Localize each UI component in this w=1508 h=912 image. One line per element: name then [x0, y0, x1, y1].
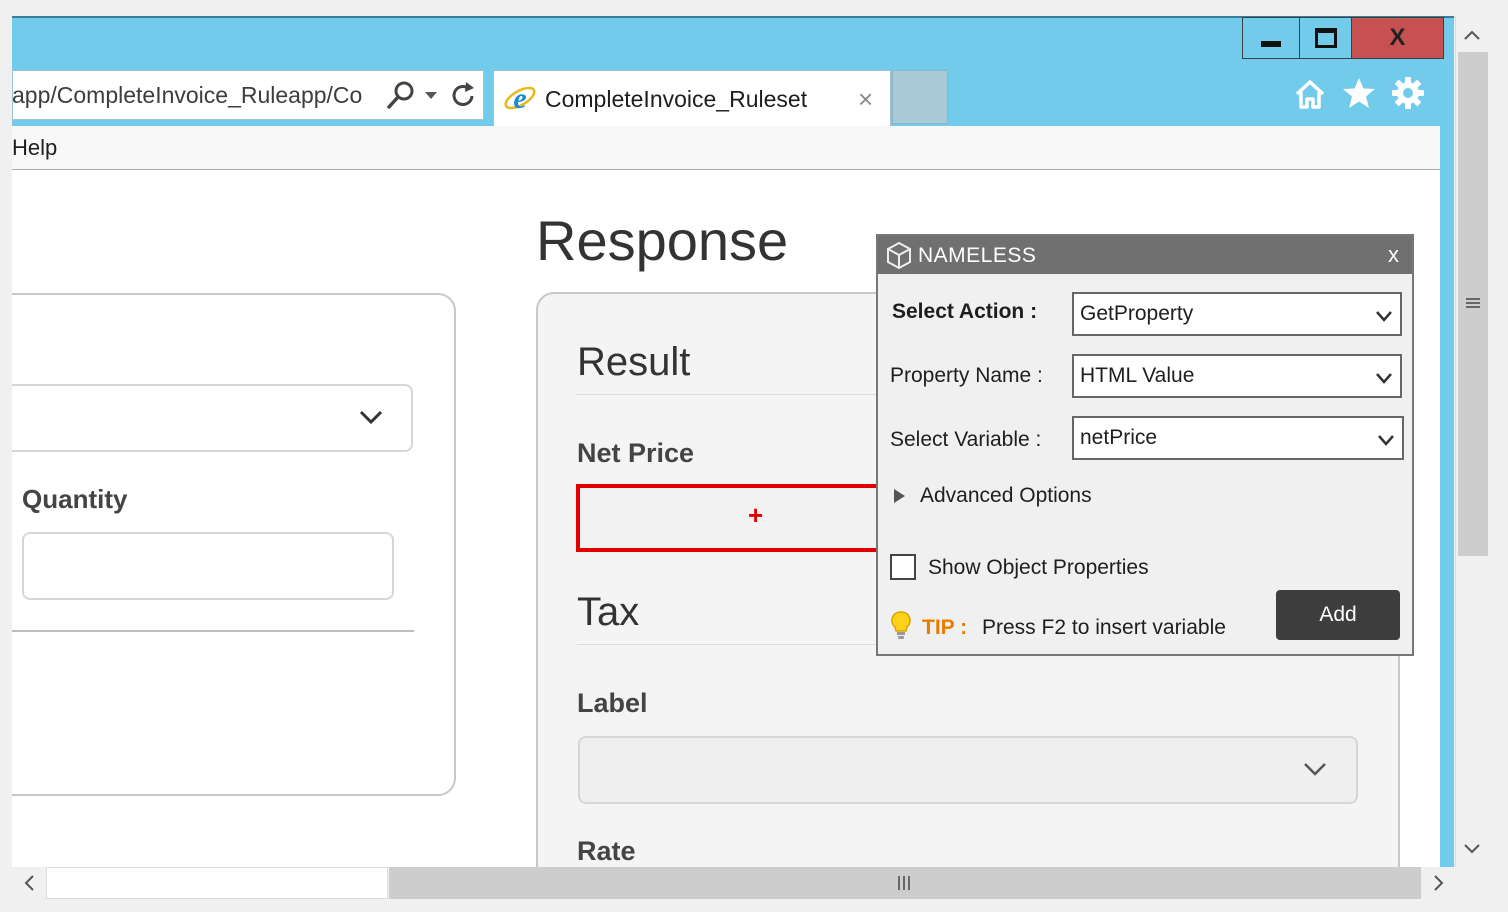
response-heading: Response — [536, 209, 789, 272]
property-name-value: HTML Value — [1080, 364, 1195, 387]
screen-edge — [0, 0, 12, 912]
internet-explorer-icon: e — [503, 81, 537, 115]
advanced-options-toggle[interactable]: Advanced Options — [920, 484, 1092, 508]
tab-close-icon[interactable]: × — [858, 86, 873, 112]
horizontal-scroll-track[interactable] — [46, 867, 388, 899]
property-name-label: Property Name : — [890, 364, 1043, 387]
chevron-down-icon — [356, 402, 386, 432]
scroll-down-button[interactable] — [1456, 832, 1488, 866]
tip-text: Press F2 to insert variable — [982, 616, 1226, 639]
scroll-left-button[interactable] — [12, 867, 46, 899]
home-icon[interactable] — [1294, 78, 1326, 110]
plus-icon[interactable]: + — [748, 502, 763, 528]
chevron-up-icon — [1464, 30, 1480, 40]
close-window-button[interactable]: X — [1352, 17, 1444, 59]
favorites-star-icon[interactable] — [1342, 76, 1376, 110]
popup-titlebar[interactable]: NAMELESS x — [878, 236, 1412, 274]
minimize-icon — [1261, 41, 1281, 47]
show-object-properties-label[interactable]: Show Object Properties — [928, 556, 1149, 580]
maximize-button[interactable] — [1300, 17, 1352, 59]
chevron-down-icon — [1464, 844, 1480, 854]
window-top-border — [12, 16, 1454, 18]
tax-heading: Tax — [577, 590, 640, 634]
select-variable-label: Select Variable : — [890, 428, 1042, 451]
select-action-value: GetProperty — [1080, 302, 1194, 325]
chevron-down-icon — [1300, 754, 1330, 784]
quantity-input[interactable] — [22, 532, 394, 600]
chevron-down-icon — [1376, 373, 1392, 384]
menu-item-help[interactable]: Help — [12, 135, 57, 161]
label-field-label: Label — [577, 688, 648, 718]
search-icon[interactable] — [386, 80, 416, 110]
tip-label: TIP : — [922, 616, 968, 639]
select-variable-value: netPrice — [1080, 426, 1158, 449]
scroll-up-button[interactable] — [1456, 18, 1488, 52]
label-select-dropdown[interactable] — [578, 736, 1358, 804]
add-button[interactable]: Add — [1276, 590, 1400, 640]
maximize-icon — [1314, 28, 1337, 48]
lightbulb-icon — [890, 610, 912, 640]
rate-label: Rate — [577, 836, 636, 866]
tab-title: CompleteInvoice_Ruleset — [545, 86, 808, 112]
divider — [12, 630, 414, 632]
request-select-dropdown[interactable] — [12, 384, 413, 452]
net-price-field-highlighted[interactable] — [576, 484, 906, 552]
chevron-down-icon — [1378, 435, 1394, 446]
popup-title: NAMELESS — [918, 244, 1037, 267]
nameless-popup: NAMELESS x Select Action : GetProperty P… — [876, 234, 1414, 656]
net-price-label: Net Price — [577, 438, 695, 468]
select-action-label: Select Action : — [892, 300, 1038, 323]
address-dropdown-icon[interactable] — [423, 82, 439, 108]
menu-bar — [12, 126, 1440, 170]
show-object-properties-checkbox[interactable] — [890, 554, 916, 580]
property-name-dropdown[interactable]: HTML Value — [1072, 354, 1402, 398]
chevron-left-icon — [24, 875, 34, 891]
address-url-text[interactable]: app/CompleteInvoice_Ruleapp/Co — [12, 82, 382, 109]
expand-triangle-icon[interactable] — [892, 488, 906, 504]
minimize-button[interactable] — [1242, 17, 1300, 59]
refresh-icon[interactable] — [450, 80, 478, 110]
cube-icon — [886, 241, 912, 269]
quantity-label: Quantity — [22, 484, 128, 514]
chevron-down-icon — [1376, 311, 1392, 322]
popup-close-icon[interactable]: x — [1388, 242, 1399, 268]
grip-icon — [896, 876, 912, 890]
window-caption-buttons: X — [1242, 17, 1444, 59]
scroll-right-button[interactable] — [1422, 867, 1454, 899]
select-variable-dropdown[interactable]: netPrice — [1072, 416, 1404, 460]
select-action-dropdown[interactable]: GetProperty — [1072, 292, 1402, 336]
svg-text:e: e — [513, 82, 526, 115]
new-tab-button[interactable] — [892, 70, 948, 124]
gear-icon[interactable] — [1391, 76, 1425, 110]
grip-icon — [1466, 296, 1480, 310]
result-heading: Result — [577, 340, 691, 384]
chevron-right-icon — [1434, 875, 1444, 891]
